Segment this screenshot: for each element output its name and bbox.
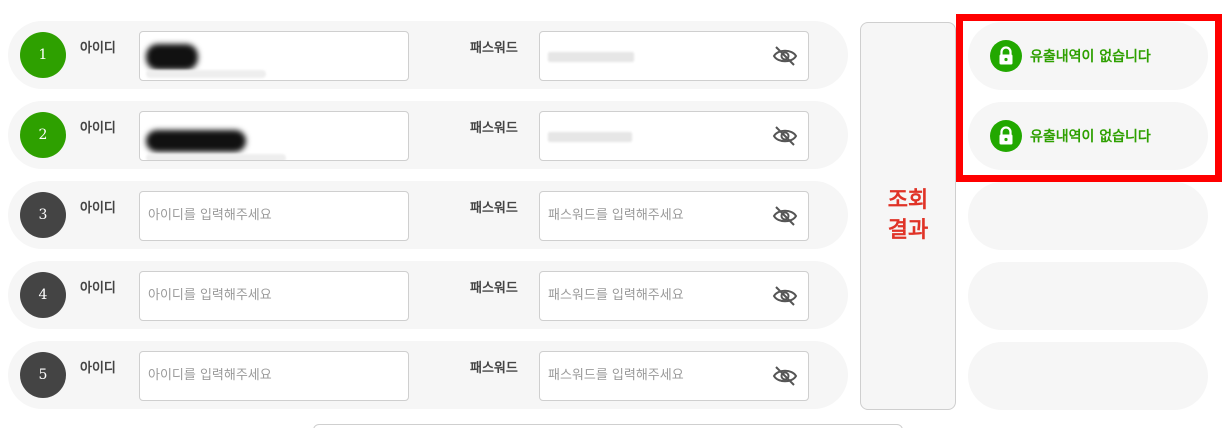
row-number-badge: 5 xyxy=(20,352,66,398)
id-label: 아이디 xyxy=(80,201,116,216)
id-label: 아이디 xyxy=(80,361,116,376)
credential-row-5: 5 아이디 아이디를 입력해주세요 패스워드 패스워드를 입력해주세요 xyxy=(8,341,848,409)
bottom-panel xyxy=(313,424,903,428)
password-label: 패스워드 xyxy=(470,41,518,56)
credential-row-3: 3 아이디 아이디를 입력해주세요 패스워드 패스워드를 입력해주세요 xyxy=(8,181,848,249)
password-input[interactable]: 패스워드를 입력해주세요 xyxy=(539,271,809,321)
id-input[interactable]: 아이디를 입력해주세요 xyxy=(139,191,409,241)
highlight-box xyxy=(956,14,1222,182)
id-input[interactable]: 아이디를 입력해주세요 xyxy=(139,351,409,401)
redacted-id-value-trace xyxy=(146,154,286,160)
credential-row-2: 2 아이디 패스워드 xyxy=(8,101,848,169)
row-number-badge: 1 xyxy=(20,32,66,78)
redacted-id-value xyxy=(146,44,198,70)
masked-password-value xyxy=(548,52,634,62)
id-input-placeholder: 아이디를 입력해주세요 xyxy=(148,368,272,383)
password-label: 패스워드 xyxy=(470,201,518,216)
redacted-id-value-trace xyxy=(146,70,266,78)
password-label: 패스워드 xyxy=(470,361,518,376)
credential-row-4: 4 아이디 아이디를 입력해주세요 패스워드 패스워드를 입력해주세요 xyxy=(8,261,848,329)
id-label: 아이디 xyxy=(80,281,116,296)
password-input-placeholder: 패스워드를 입력해주세요 xyxy=(548,208,684,223)
result-button-line-2: 결과 xyxy=(887,218,929,243)
password-input[interactable]: 패스워드를 입력해주세요 xyxy=(539,191,809,241)
redacted-id-value xyxy=(146,130,246,152)
id-input[interactable]: 아이디를 입력해주세요 xyxy=(139,271,409,321)
eye-slash-icon[interactable] xyxy=(772,125,798,147)
eye-slash-icon[interactable] xyxy=(772,205,798,227)
password-label: 패스워드 xyxy=(470,121,518,136)
eye-slash-icon[interactable] xyxy=(772,285,798,307)
id-input[interactable] xyxy=(139,31,409,81)
result-row-4 xyxy=(968,262,1208,330)
password-input[interactable] xyxy=(539,31,809,81)
password-input[interactable] xyxy=(539,111,809,161)
password-input[interactable]: 패스워드를 입력해주세요 xyxy=(539,351,809,401)
id-input-placeholder: 아이디를 입력해주세요 xyxy=(148,208,272,223)
result-row-3 xyxy=(968,182,1208,250)
lookup-result-button[interactable]: 조회 결과 xyxy=(860,22,956,410)
id-label: 아이디 xyxy=(80,121,116,136)
id-input-placeholder: 아이디를 입력해주세요 xyxy=(148,288,272,303)
row-number-badge: 4 xyxy=(20,272,66,318)
leak-check-form: 1 아이디 패스워드 2 아이디 패스워드 3 아이디 아이디를 입력해주세요 … xyxy=(0,0,1232,428)
password-input-placeholder: 패스워드를 입력해주세요 xyxy=(548,368,684,383)
password-label: 패스워드 xyxy=(470,281,518,296)
result-row-5 xyxy=(968,342,1208,410)
row-number-badge: 2 xyxy=(20,112,66,158)
eye-slash-icon[interactable] xyxy=(772,365,798,387)
id-label: 아이디 xyxy=(80,41,116,56)
credential-row-1: 1 아이디 패스워드 xyxy=(8,21,848,89)
eye-slash-icon[interactable] xyxy=(772,45,798,67)
row-number-badge: 3 xyxy=(20,192,66,238)
password-input-placeholder: 패스워드를 입력해주세요 xyxy=(548,288,684,303)
result-button-line-1: 조회 xyxy=(887,188,929,213)
masked-password-value xyxy=(548,132,632,142)
id-input[interactable] xyxy=(139,111,409,161)
